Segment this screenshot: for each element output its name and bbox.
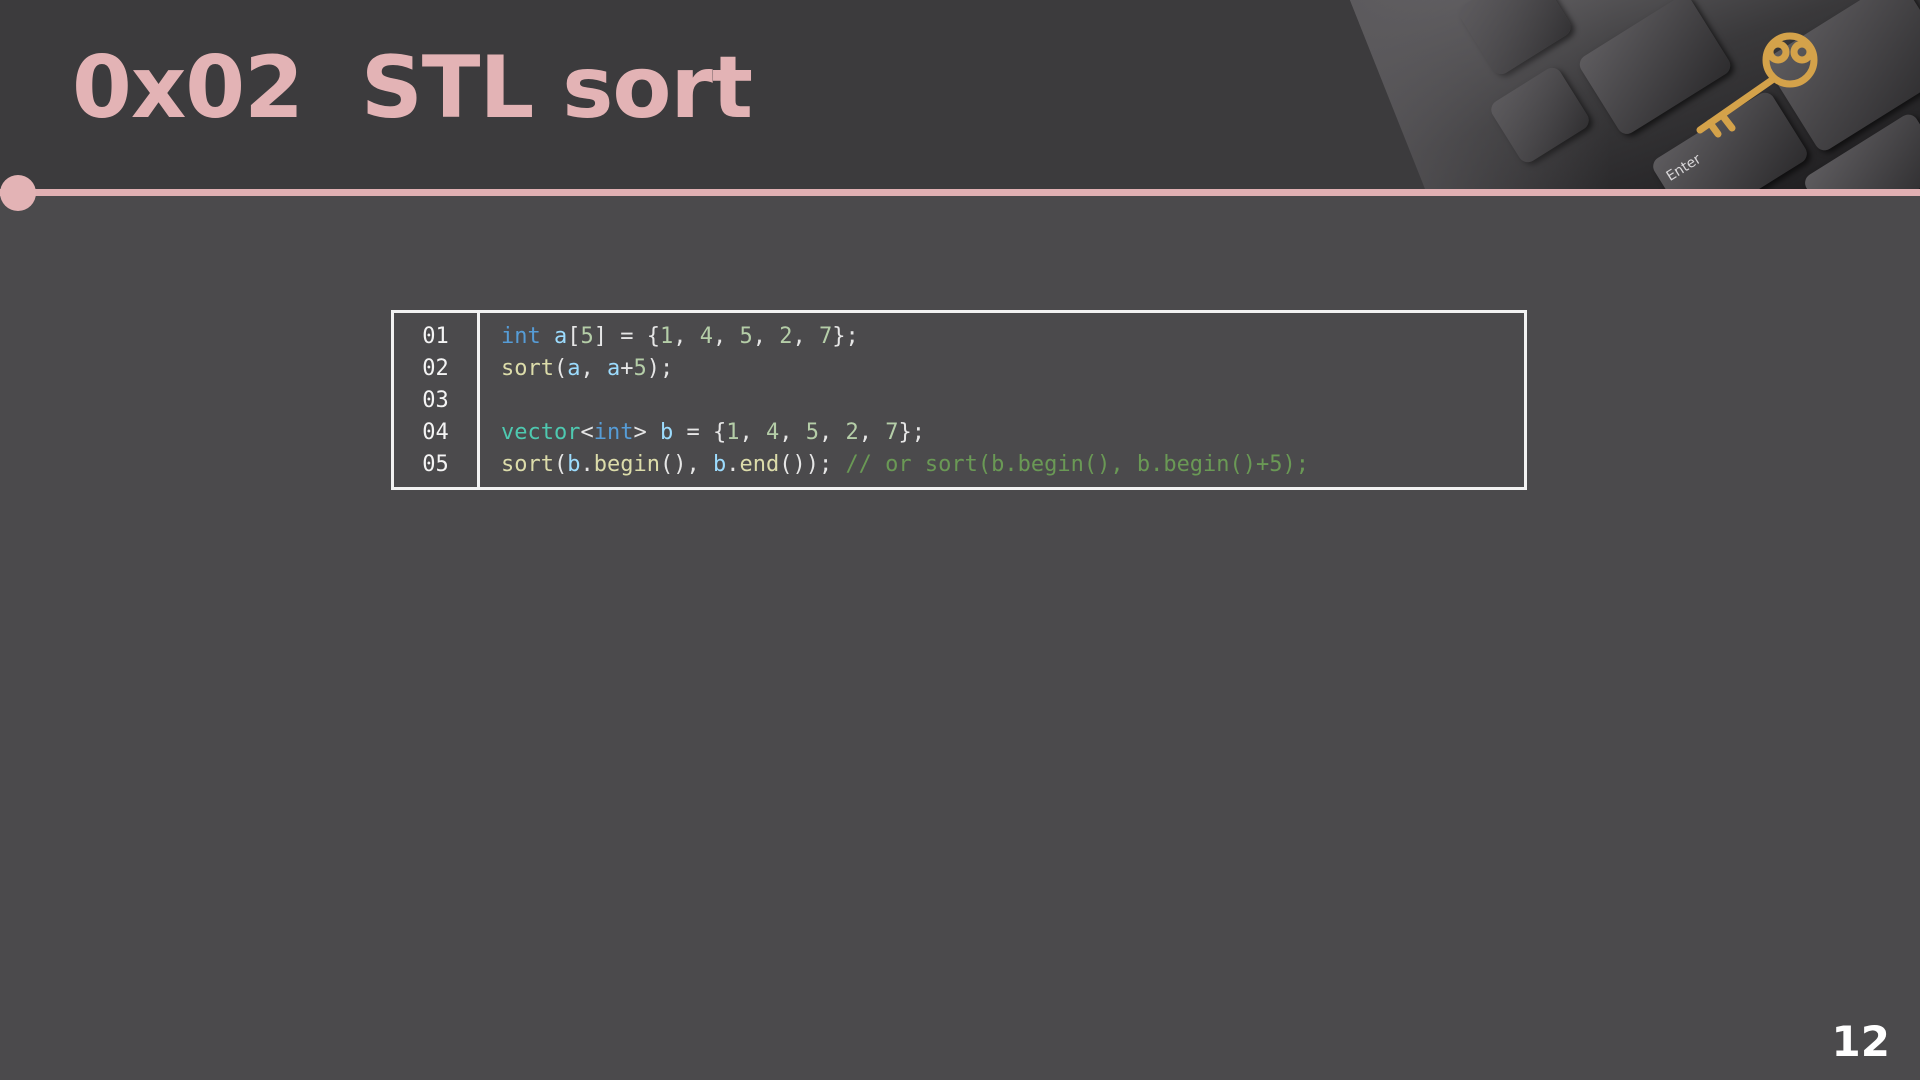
- code-token: 4: [765, 420, 780, 445]
- keyboard-key-photo: Enter: [1350, 0, 1920, 189]
- code-token: ,: [818, 420, 846, 445]
- code-token: 4: [699, 324, 713, 349]
- code-token: (: [553, 356, 568, 381]
- code-token: b: [567, 452, 581, 477]
- code-token: int: [501, 324, 541, 349]
- code-token: +: [620, 356, 634, 381]
- code-token: ,: [739, 420, 766, 445]
- code-token: vector: [501, 420, 581, 445]
- code-token: 2: [779, 324, 793, 349]
- code-token: ,: [792, 324, 819, 349]
- code-token: <: [580, 420, 594, 445]
- code-token: ,: [712, 324, 740, 349]
- code-token: 5: [580, 324, 594, 349]
- code-token: 1: [726, 420, 740, 445]
- code-token: ,: [752, 324, 780, 349]
- code-token: 5: [805, 420, 819, 445]
- code-block: 01 02 03 04 05 int a[5] = {1, 4, 5, 2, 7}; so…: [391, 310, 1527, 490]
- code-token: a: [606, 356, 621, 381]
- code-token: };: [832, 324, 859, 349]
- title-underline: [0, 189, 1920, 196]
- code-token: b: [659, 420, 674, 445]
- code-token: ());: [779, 452, 846, 477]
- code-token: 2: [845, 420, 859, 445]
- code-token: = {: [673, 420, 727, 445]
- code-token: ] = {: [593, 324, 660, 349]
- underline-dot: [0, 175, 36, 211]
- code-token: >: [633, 420, 660, 445]
- code-comment: // or sort(b.begin(), b.begin()+5);: [845, 452, 1310, 477]
- code-token: .: [580, 452, 594, 477]
- code-token: };: [898, 420, 925, 445]
- code-line: sort(a, a+5);: [501, 353, 673, 385]
- code-token: (: [553, 452, 568, 477]
- golden-key-icon: [1696, 32, 1818, 138]
- code-token: (),: [659, 452, 713, 477]
- code-line: vector<int> b = {1, 4, 5, 2, 7};: [501, 417, 925, 449]
- page-number: 12: [1831, 1017, 1890, 1066]
- code-token: ,: [673, 324, 700, 349]
- code-token: b: [712, 452, 727, 477]
- code-line: sort(b.begin(), b.end()); // or sort(b.b…: [501, 449, 1309, 481]
- code-token: ,: [580, 356, 607, 381]
- code-token: ,: [858, 420, 886, 445]
- code-token: 1: [659, 324, 674, 349]
- code-token: end: [739, 452, 780, 477]
- code-token: a: [554, 324, 568, 349]
- line-number: 05: [422, 452, 449, 477]
- code-token: begin: [593, 452, 660, 477]
- code-token: sort: [501, 356, 554, 381]
- line-number: 03: [422, 388, 449, 413]
- code-token: a: [567, 356, 581, 381]
- line-number-gutter: 01 02 03 04 05: [394, 313, 480, 487]
- line-number: 04: [422, 420, 449, 445]
- slide-title: 0x02 STL sort: [72, 38, 753, 138]
- code-token: int: [593, 420, 634, 445]
- code-token: .: [726, 452, 740, 477]
- code-token: sort: [501, 452, 554, 477]
- code-line: int a[5] = {1, 4, 5, 2, 7};: [501, 321, 859, 353]
- code-token: 7: [818, 324, 833, 349]
- code-token: 5: [739, 324, 753, 349]
- code-token: 5: [633, 356, 647, 381]
- code-token: [: [567, 324, 581, 349]
- line-number: 01: [422, 324, 449, 349]
- code-token: ,: [779, 420, 806, 445]
- code-token: );: [646, 356, 674, 381]
- code-token: 7: [885, 420, 899, 445]
- line-number: 02: [422, 356, 449, 381]
